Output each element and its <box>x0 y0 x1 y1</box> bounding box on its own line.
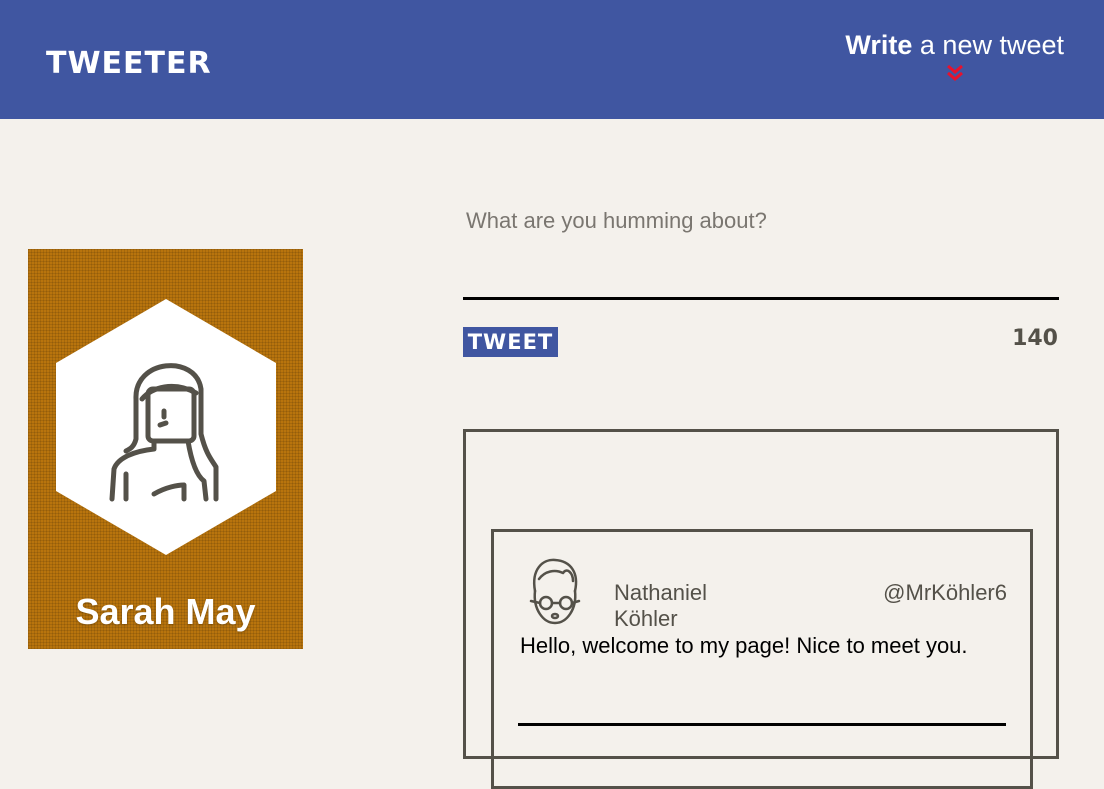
profile-name: Sarah May <box>75 591 256 632</box>
tweet-author-handle: @MrKöhler6 <box>883 580 1007 605</box>
profile-card: Sarah May <box>28 249 303 649</box>
top-nav: TWEETER Write a new tweet <box>0 0 1104 119</box>
tweet-body: Hello, welcome to my page! Nice to meet … <box>520 633 968 658</box>
double-chevron-down-icon[interactable] <box>945 64 965 82</box>
man-with-glasses-avatar-icon <box>529 558 581 625</box>
app-logo[interactable]: TWEETER <box>46 46 212 82</box>
tweets-feed: Nathaniel Köhler @MrKöhler6 Hello, welco… <box>463 429 1059 789</box>
tweet-divider <box>518 723 1006 726</box>
tweet-submit-button[interactable]: TWEET <box>463 327 558 357</box>
woman-avatar-icon <box>56 299 276 555</box>
tweet-author-name: Nathaniel Köhler <box>614 580 707 631</box>
char-counter: 140 <box>1012 326 1058 351</box>
tweet-card: Nathaniel Köhler @MrKöhler6 Hello, welco… <box>491 529 1033 789</box>
tweet-compose-input[interactable] <box>463 200 1059 300</box>
compose-toggle-strong: Write <box>845 30 913 60</box>
compose-toggle-text: a new tweet <box>912 30 1064 60</box>
write-new-tweet-toggle[interactable]: Write a new tweet <box>845 30 1064 82</box>
